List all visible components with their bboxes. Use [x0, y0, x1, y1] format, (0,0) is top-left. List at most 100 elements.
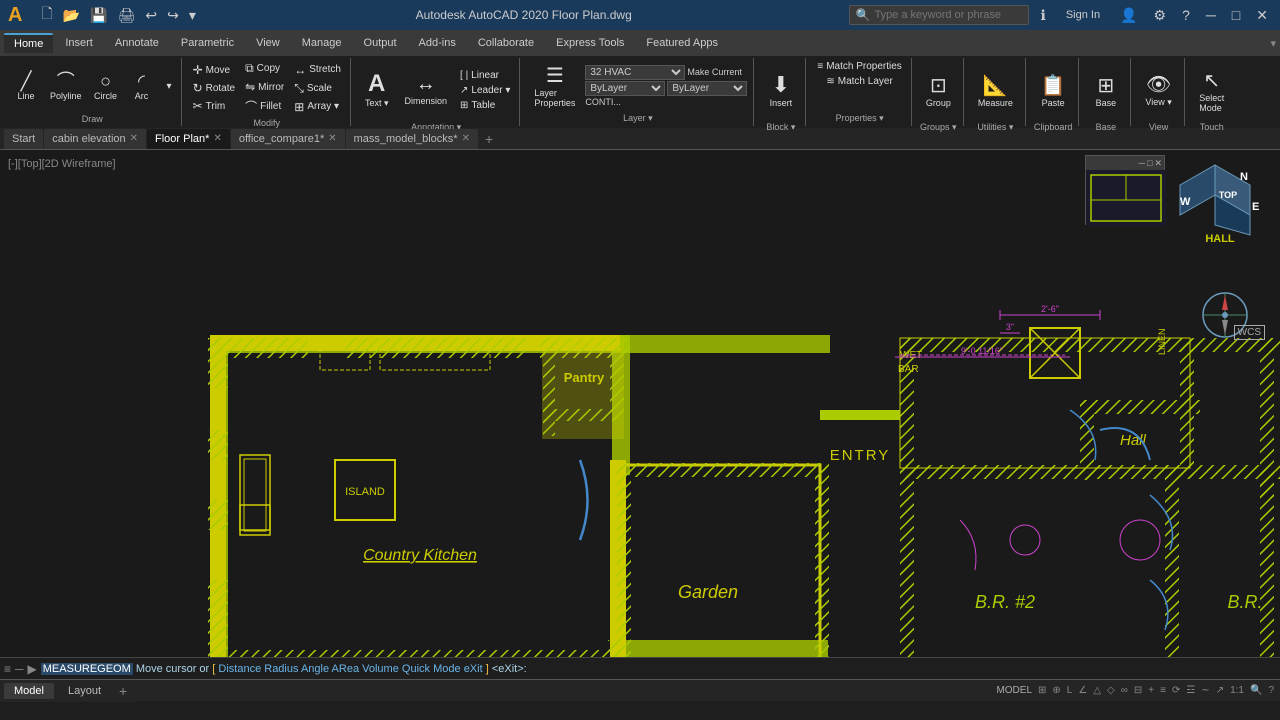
btn-move[interactable]: ✛Move — [190, 62, 239, 78]
model-tab-layout[interactable]: Layout — [58, 683, 111, 699]
doctab-floorplan[interactable]: Floor Plan* ✕ — [147, 129, 230, 149]
btn-table[interactable]: ⊞Table — [457, 99, 513, 112]
tab-featuredapps[interactable]: Featured Apps — [636, 34, 728, 52]
doctab-office-close[interactable]: ✕ — [328, 133, 336, 144]
btn-view[interactable]: 👁 View ▾ — [1139, 60, 1177, 120]
btn-circle[interactable]: ○ Circle — [90, 70, 122, 103]
status-dyn[interactable]: + — [1148, 685, 1154, 696]
btn-stretch[interactable]: ↔Stretch — [291, 62, 344, 78]
layer-make-current[interactable]: Make Current — [687, 67, 742, 77]
btn-measure[interactable]: 📐 Measure — [972, 60, 1019, 120]
status-otrack[interactable]: ∞ — [1121, 685, 1128, 696]
tab-manage[interactable]: Manage — [292, 34, 352, 52]
search-bar[interactable]: 🔍 — [849, 5, 1029, 25]
tab-addins[interactable]: Add-ins — [409, 34, 466, 52]
qat-undo[interactable]: ↩ — [142, 6, 160, 25]
cmd-option-volume[interactable]: Volume — [362, 663, 399, 675]
status-am[interactable]: ↗ — [1216, 685, 1224, 696]
status-ortho[interactable]: L — [1067, 685, 1073, 696]
minimize-icon[interactable]: ─ — [1202, 5, 1220, 25]
maximize-icon[interactable]: □ — [1228, 5, 1244, 25]
close-icon[interactable]: ✕ — [1252, 5, 1272, 26]
help-icon[interactable]: ? — [1178, 5, 1194, 25]
ribbon-toggle[interactable]: ▾ — [1270, 37, 1276, 50]
status-tp[interactable]: ⟳ — [1172, 685, 1180, 696]
status-grid[interactable]: ⊞ — [1038, 685, 1046, 696]
btn-fillet[interactable]: ⌒Fillet — [242, 97, 287, 116]
tab-home[interactable]: Home — [4, 33, 53, 53]
btn-rotate[interactable]: ↻Rotate — [190, 80, 239, 96]
status-lw[interactable]: ≡ — [1160, 685, 1166, 696]
status-ducs[interactable]: ⊟ — [1134, 685, 1142, 696]
search-input[interactable] — [874, 9, 1014, 21]
cmd-option-angle[interactable]: Angle — [301, 663, 329, 675]
doctab-start[interactable]: Start — [4, 129, 43, 149]
btn-copy[interactable]: ⧉Copy — [242, 60, 287, 77]
doctab-office[interactable]: office_compare1* ✕ — [231, 129, 345, 149]
mini-win-minimize[interactable]: ─ — [1139, 158, 1145, 168]
status-sc[interactable]: ∼ — [1201, 685, 1209, 696]
btn-leader[interactable]: ↗Leader ▾ — [457, 84, 513, 97]
status-osnap[interactable]: △ — [1093, 685, 1101, 696]
btn-linear[interactable]: [ |Linear — [457, 69, 513, 82]
btn-trim[interactable]: ✂Trim — [190, 98, 239, 114]
btn-group[interactable]: ⊡ Group — [920, 60, 957, 120]
model-tab-add[interactable]: + — [115, 683, 131, 699]
qat-redo[interactable]: ↪ — [164, 6, 182, 25]
canvas-area[interactable]: Pantry ISLAND Country Kitchen Laundry G — [0, 150, 1280, 679]
settings-icon[interactable]: ⚙ — [1150, 5, 1171, 26]
btn-dimension[interactable]: ↔ Dimension — [398, 60, 453, 120]
btn-layer-props[interactable]: ☰ LayerProperties — [528, 60, 581, 111]
cmd-option-exit[interactable]: eXit — [464, 663, 483, 675]
btn-arc[interactable]: ◜ Arc — [126, 70, 158, 103]
cmd-icon-left[interactable]: ≡ — [4, 662, 11, 676]
mini-win-maximize[interactable]: □ — [1147, 158, 1152, 168]
doctab-cabin[interactable]: cabin elevation ✕ — [44, 129, 146, 149]
mini-win-close[interactable]: ✕ — [1154, 158, 1162, 169]
btn-mirror[interactable]: ⇋Mirror — [242, 79, 287, 95]
cmd-option-distance[interactable]: Distance — [218, 663, 261, 675]
model-tab-model[interactable]: Model — [4, 683, 54, 699]
property-select2[interactable]: ByLayer — [667, 81, 747, 96]
btn-insert[interactable]: ⬇ Insert — [764, 60, 799, 120]
status-snap[interactable]: ⊕ — [1052, 685, 1060, 696]
cmd-option-mode[interactable]: Mode — [433, 663, 461, 675]
info-icon[interactable]: ℹ — [1037, 5, 1050, 26]
qat-print[interactable]: 🖨 — [115, 6, 139, 25]
btn-text[interactable]: A Text ▾ — [359, 60, 395, 120]
doctab-floorplan-close[interactable]: ✕ — [213, 133, 221, 144]
doctab-massmodel-close[interactable]: ✕ — [462, 133, 470, 144]
btn-draw-more[interactable]: ▾ — [164, 80, 175, 93]
btn-match-properties[interactable]: ≡ Match Properties — [814, 60, 904, 73]
cmd-option-quick[interactable]: Quick — [402, 663, 430, 675]
tab-parametric[interactable]: Parametric — [171, 34, 244, 52]
btn-select-mode[interactable]: ↖ SelectMode — [1193, 60, 1230, 120]
btn-match-layer[interactable]: ≋ Match Layer — [823, 75, 895, 88]
tab-view[interactable]: View — [246, 34, 290, 52]
status-qp[interactable]: ☲ — [1186, 685, 1195, 696]
status-zoom[interactable]: 🔍 — [1250, 685, 1262, 696]
cmd-option-area[interactable]: ARea — [332, 663, 360, 675]
account-icon[interactable]: 👤 — [1116, 5, 1141, 26]
doctab-cabin-close[interactable]: ✕ — [130, 133, 138, 144]
btn-scale[interactable]: ⤡Scale — [291, 80, 344, 97]
btn-line[interactable]: ╱ Line — [10, 70, 42, 103]
status-help[interactable]: ? — [1268, 685, 1274, 696]
tab-collaborate[interactable]: Collaborate — [468, 34, 544, 52]
signin-button[interactable]: Sign In — [1058, 7, 1108, 23]
navigation-cube[interactable]: TOP N W E HALL — [1170, 160, 1260, 250]
btn-paste[interactable]: 📋 Paste — [1035, 60, 1072, 120]
tab-insert[interactable]: Insert — [55, 34, 103, 52]
layer-select[interactable]: 32 HVAC — [585, 65, 685, 80]
btn-array[interactable]: ⊞Array ▾ — [291, 99, 344, 115]
btn-base[interactable]: ⊞ Base — [1090, 60, 1123, 120]
status-3dosnap[interactable]: ◇ — [1107, 685, 1115, 696]
qat-new[interactable]: 🗋 — [38, 2, 55, 28]
tab-output[interactable]: Output — [354, 34, 407, 52]
tab-expresstools[interactable]: Express Tools — [546, 34, 634, 52]
property-select[interactable]: ByLayer — [585, 81, 665, 96]
doctab-massmodel[interactable]: mass_model_blocks* ✕ — [346, 129, 478, 149]
doctab-add[interactable]: + — [479, 131, 499, 147]
btn-polyline[interactable]: ⌒ Polyline — [46, 70, 86, 103]
status-polar[interactable]: ∠ — [1078, 685, 1087, 696]
